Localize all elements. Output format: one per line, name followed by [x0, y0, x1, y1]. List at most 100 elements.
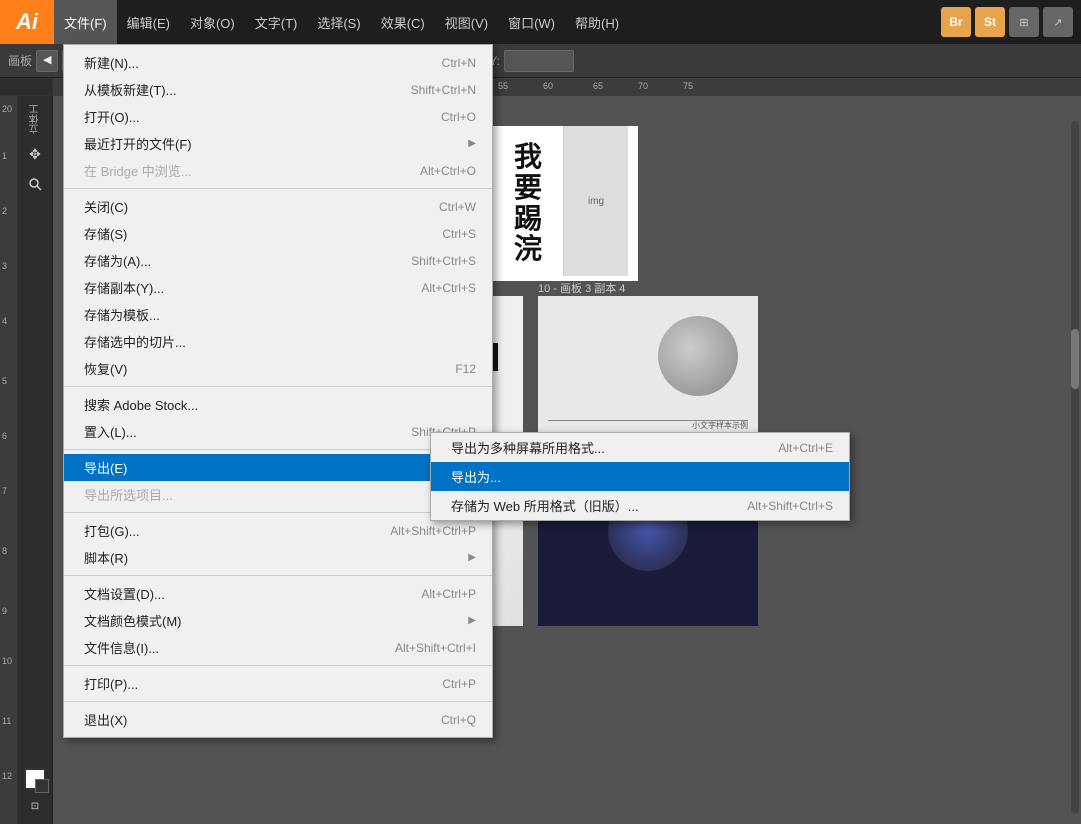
emi-save-web[interactable]: 存储为 Web 所用格式（旧版）... Alt+Shift+Ctrl+S: [431, 491, 849, 520]
ruler-vertical: 20 1 2 3 4 5 6 7 8 9 10 11 12: [0, 96, 18, 824]
menu-window[interactable]: 窗口(W): [498, 0, 565, 44]
artboard-label: 画板: [8, 52, 32, 69]
mi-print-shortcut: Ctrl+P: [442, 677, 476, 691]
menu-bar-right: Br St ⊞ ↗: [941, 7, 1081, 37]
menu-view[interactable]: 视图(V): [435, 0, 498, 44]
mi-open-label: 打开(O)...: [84, 107, 421, 126]
y-input[interactable]: [504, 50, 574, 72]
mi-new-template-label: 从模板新建(T)...: [84, 80, 391, 99]
vruler-label4: 3: [2, 261, 7, 271]
scrollbar-v[interactable]: [1071, 121, 1079, 814]
mi-scripts[interactable]: 脚本(R) ▶: [64, 544, 492, 571]
mi-close[interactable]: 关闭(C) Ctrl+W: [64, 193, 492, 220]
mi-package-shortcut: Alt+Shift+Ctrl+P: [390, 524, 476, 538]
menu-select[interactable]: 选择(S): [307, 0, 370, 44]
bridge-icon-btn[interactable]: Br: [941, 7, 971, 37]
vruler-label13: 12: [2, 771, 12, 781]
menu-text[interactable]: 文字(T): [245, 0, 308, 44]
mi-new-from-template[interactable]: 从模板新建(T)... Shift+Ctrl+N: [64, 76, 492, 103]
scrollbar-thumb-v[interactable]: [1071, 329, 1079, 389]
menu-edit[interactable]: 编辑(E): [117, 0, 180, 44]
artboard-10-label: 10 - 画板 3 副本 4: [538, 280, 625, 296]
mi-savecopy-label: 存储副本(Y)...: [84, 278, 401, 297]
mi-savetemplate-label: 存储为模板...: [84, 305, 456, 324]
menu-section-docsettings: 文档设置(D)... Alt+Ctrl+P 文档颜色模式(M) ▶ 文件信息(I…: [64, 576, 492, 666]
mi-saveslices-label: 存储选中的切片...: [84, 332, 456, 351]
workspace-icon-btn[interactable]: ⊞: [1009, 7, 1039, 37]
arrange-icon-btn[interactable]: ↗: [1043, 7, 1073, 37]
menu-effect[interactable]: 效果(C): [371, 0, 435, 44]
mi-open[interactable]: 打开(O)... Ctrl+O: [64, 103, 492, 130]
menu-section-new: 新建(N)... Ctrl+N 从模板新建(T)... Shift+Ctrl+N…: [64, 45, 492, 189]
mi-exportsel-label: 导出所选项目...: [84, 485, 456, 504]
mi-docsetup-label: 文档设置(D)...: [84, 584, 401, 603]
menu-object[interactable]: 对象(O): [180, 0, 245, 44]
vruler-label2: 1: [2, 151, 7, 161]
mi-export[interactable]: 导出(E) ▶: [64, 454, 492, 481]
vruler-label1: 20: [2, 104, 12, 114]
mi-new-template-shortcut: Shift+Ctrl+N: [411, 83, 476, 97]
mi-package[interactable]: 打包(G)... Alt+Shift+Ctrl+P: [64, 517, 492, 544]
mi-saveas-label: 存储为(A)...: [84, 251, 391, 270]
mi-save-as[interactable]: 存储为(A)... Shift+Ctrl+S: [64, 247, 492, 274]
vruler-label3: 2: [2, 206, 7, 216]
stroke-fill-tool[interactable]: [24, 768, 46, 790]
tool-zoom[interactable]: [21, 170, 49, 198]
menu-file[interactable]: 文件(F): [54, 0, 117, 44]
mi-stock-label: 搜索 Adobe Stock...: [84, 395, 456, 414]
ab07-text: 我要踢浣: [514, 142, 542, 265]
mi-quit-label: 退出(X): [84, 710, 421, 729]
mi-revert-label: 恢复(V): [84, 359, 435, 378]
ruler-tick-label14: 75: [683, 81, 693, 91]
stock-icon-btn[interactable]: St: [975, 7, 1005, 37]
app-logo: Ai: [0, 0, 54, 44]
ruler-tick-label12: 65: [593, 81, 603, 91]
mi-export-selected[interactable]: 导出所选项目...: [64, 481, 492, 508]
ab07-right-img: img: [563, 126, 633, 281]
mi-fileinfo-label: 文件信息(I)...: [84, 638, 375, 657]
mi-doc-setup[interactable]: 文档设置(D)... Alt+Ctrl+P: [64, 580, 492, 607]
view-mode-btn[interactable]: ⊡: [21, 792, 49, 820]
ruler-tick-label10: 55: [498, 81, 508, 91]
mi-scripts-label: 脚本(R): [84, 548, 468, 567]
mi-colormode-arrow: ▶: [468, 615, 476, 626]
emi-export-screens[interactable]: 导出为多种屏幕所用格式... Alt+Ctrl+E: [431, 433, 849, 462]
mi-save-copy[interactable]: 存储副本(Y)... Alt+Ctrl+S: [64, 274, 492, 301]
mi-revert-shortcut: F12: [455, 362, 476, 376]
artboard-10: 10 - 画板 3 副本 4 小文字样本示例: [538, 296, 758, 451]
artboard-prev-btn[interactable]: ◀: [36, 50, 58, 72]
emi-screens-shortcut: Alt+Ctrl+E: [778, 441, 833, 455]
mi-save-slices[interactable]: 存储选中的切片...: [64, 328, 492, 355]
menu-bar: Ai 文件(F) 编辑(E) 对象(O) 文字(T) 选择(S) 效果(C) 视…: [0, 0, 1081, 44]
mi-new[interactable]: 新建(N)... Ctrl+N: [64, 49, 492, 76]
mi-revert[interactable]: 恢复(V) F12: [64, 355, 492, 382]
mi-place[interactable]: 置入(L)... Shift+Ctrl+P: [64, 418, 492, 445]
emi-export-as[interactable]: 导出为...: [431, 462, 849, 491]
sidebar-label-立体: 立体工: [28, 100, 43, 138]
ruler-tick-label13: 70: [638, 81, 648, 91]
emi-saveweb-shortcut: Alt+Shift+Ctrl+S: [747, 499, 833, 513]
ab07-photo: img: [563, 126, 628, 276]
mi-color-mode[interactable]: 文档颜色模式(M) ▶: [64, 607, 492, 634]
mi-new-shortcut: Ctrl+N: [442, 56, 476, 70]
mi-bridge-label: 在 Bridge 中浏览...: [84, 161, 400, 180]
mi-print-label: 打印(P)...: [84, 674, 422, 693]
menu-help[interactable]: 帮助(H): [565, 0, 629, 44]
artboard-10-thumb: 小文字样本示例: [538, 296, 758, 451]
mi-recent-arrow: ▶: [468, 138, 476, 149]
tool-hand[interactable]: ✥: [21, 140, 49, 168]
mi-save-template[interactable]: 存储为模板...: [64, 301, 492, 328]
mi-recent[interactable]: 最近打开的文件(F) ▶: [64, 130, 492, 157]
mi-search-stock[interactable]: 搜索 Adobe Stock...: [64, 391, 492, 418]
mi-close-shortcut: Ctrl+W: [439, 200, 476, 214]
mi-print[interactable]: 打印(P)... Ctrl+P: [64, 670, 492, 697]
emi-exportas-label: 导出为...: [451, 467, 833, 486]
mi-browse-bridge[interactable]: 在 Bridge 中浏览... Alt+Ctrl+O: [64, 157, 492, 184]
menu-section-quit: 退出(X) Ctrl+Q: [64, 702, 492, 737]
mi-file-info[interactable]: 文件信息(I)... Alt+Shift+Ctrl+I: [64, 634, 492, 661]
mi-quit[interactable]: 退出(X) Ctrl+Q: [64, 706, 492, 733]
mi-fileinfo-shortcut: Alt+Shift+Ctrl+I: [395, 641, 476, 655]
mi-save[interactable]: 存储(S) Ctrl+S: [64, 220, 492, 247]
mi-savecopy-shortcut: Alt+Ctrl+S: [421, 281, 476, 295]
vruler-label12: 11: [2, 716, 11, 726]
